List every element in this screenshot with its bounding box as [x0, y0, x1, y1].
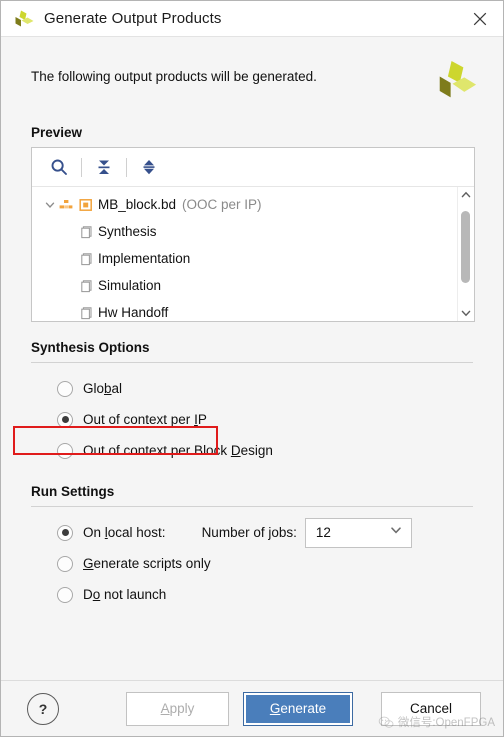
chevron-up-icon[interactable] [458, 187, 474, 203]
run-settings-heading: Run Settings [31, 484, 115, 499]
radio-out-of-context-per-ip[interactable]: Out of context per IP [31, 404, 473, 435]
tree-node-label: MB_block.bd [98, 197, 177, 212]
close-icon[interactable] [465, 5, 495, 33]
title-bar: Generate Output Products [1, 1, 503, 37]
xilinx-vivado-logo-icon [15, 10, 34, 26]
radio-on-local-host[interactable]: On local host: Number of jobs: 12 [31, 517, 473, 548]
radio-button[interactable] [57, 380, 73, 397]
generate-button[interactable]: Generate [243, 691, 353, 726]
cancel-button[interactable]: Cancel [381, 691, 481, 726]
scrollbar-track[interactable] [458, 203, 474, 305]
preview-section: Preview MB_block.bd (OOC per IP) Synthes… [31, 125, 475, 322]
xilinx-vivado-logo-large-icon [439, 61, 477, 98]
chevron-down-icon[interactable] [389, 523, 403, 542]
radio-generate-scripts-only[interactable]: Generate scripts only [31, 548, 473, 579]
radio-button[interactable] [57, 586, 73, 603]
tree-node-label: Simulation [98, 278, 162, 293]
search-icon[interactable] [44, 153, 74, 181]
tree-node-label: Synthesis [98, 224, 157, 239]
toolbar-separator [81, 157, 82, 177]
expand-all-icon[interactable] [134, 153, 164, 181]
radio-label: Global [83, 381, 123, 396]
radio-label: Do not launch [83, 587, 167, 602]
number-of-jobs-group: Number of jobs: 12 [201, 517, 412, 548]
section-divider [31, 362, 473, 363]
file-icon [80, 252, 94, 266]
radio-do-not-launch[interactable]: Do not launch [31, 579, 473, 610]
radio-label: Out of context per Block Design [83, 443, 273, 458]
intro-row: The following output products will be ge… [31, 37, 477, 125]
radio-label: Out of context per IP [83, 412, 207, 427]
file-icon [80, 306, 94, 320]
preview-toolbar [32, 148, 474, 187]
synthesis-options-section: Synthesis Options Global Out of context … [31, 340, 473, 466]
radio-out-of-context-per-block-design[interactable]: Out of context per Block Design [31, 435, 473, 466]
radio-label: Generate scripts only [83, 556, 211, 571]
preview-tree-area: MB_block.bd (OOC per IP) Synthesis Imple… [32, 187, 474, 321]
scrollbar-thumb[interactable] [461, 211, 470, 283]
tree-node-label: Hw Handoff [98, 305, 169, 320]
preview-scrollbar[interactable] [457, 187, 474, 321]
radio-button[interactable] [57, 524, 73, 541]
run-settings-section: Run Settings On local host: Number of jo… [31, 484, 473, 610]
file-icon [80, 279, 94, 293]
radio-button[interactable] [57, 442, 73, 459]
number-of-jobs-select[interactable]: 12 [304, 517, 412, 548]
preview-panel: MB_block.bd (OOC per IP) Synthesis Imple… [31, 147, 475, 322]
radio-button[interactable] [57, 411, 73, 428]
number-of-jobs-value: 12 [315, 525, 331, 540]
tree-row[interactable]: Synthesis [32, 218, 457, 245]
synthesis-options-heading: Synthesis Options [31, 340, 150, 355]
preview-tree: MB_block.bd (OOC per IP) Synthesis Imple… [32, 187, 457, 321]
tree-row[interactable]: Hw Handoff [32, 299, 457, 321]
chevron-down-icon[interactable] [458, 305, 474, 321]
preview-heading: Preview [31, 125, 83, 140]
collapse-all-icon[interactable] [89, 153, 119, 181]
intro-text: The following output products will be ge… [31, 69, 317, 84]
radio-button[interactable] [57, 555, 73, 572]
toolbar-separator [126, 157, 127, 177]
orange-square-icon [78, 197, 94, 213]
dialog-body: The following output products will be ge… [1, 37, 503, 682]
radio-global[interactable]: Global [31, 373, 473, 404]
file-icon [80, 225, 94, 239]
section-divider [31, 506, 473, 507]
apply-button[interactable]: Apply [126, 691, 229, 726]
help-button[interactable]: ? [27, 692, 59, 725]
tree-row[interactable]: Simulation [32, 272, 457, 299]
number-of-jobs-label: Number of jobs: [201, 525, 297, 540]
block-design-icon [58, 197, 74, 213]
radio-label: On local host: [83, 525, 166, 540]
tree-row[interactable]: Implementation [32, 245, 457, 272]
dialog-footer: ? Apply Generate Cancel [1, 680, 503, 736]
dialog-title: Generate Output Products [44, 10, 222, 27]
generate-output-products-dialog: Generate Output Products The following o… [0, 0, 504, 737]
tree-row[interactable]: MB_block.bd (OOC per IP) [32, 191, 457, 218]
chevron-down-icon[interactable] [42, 197, 58, 213]
tree-node-label: Implementation [98, 251, 191, 266]
tree-node-note: (OOC per IP) [182, 197, 262, 212]
